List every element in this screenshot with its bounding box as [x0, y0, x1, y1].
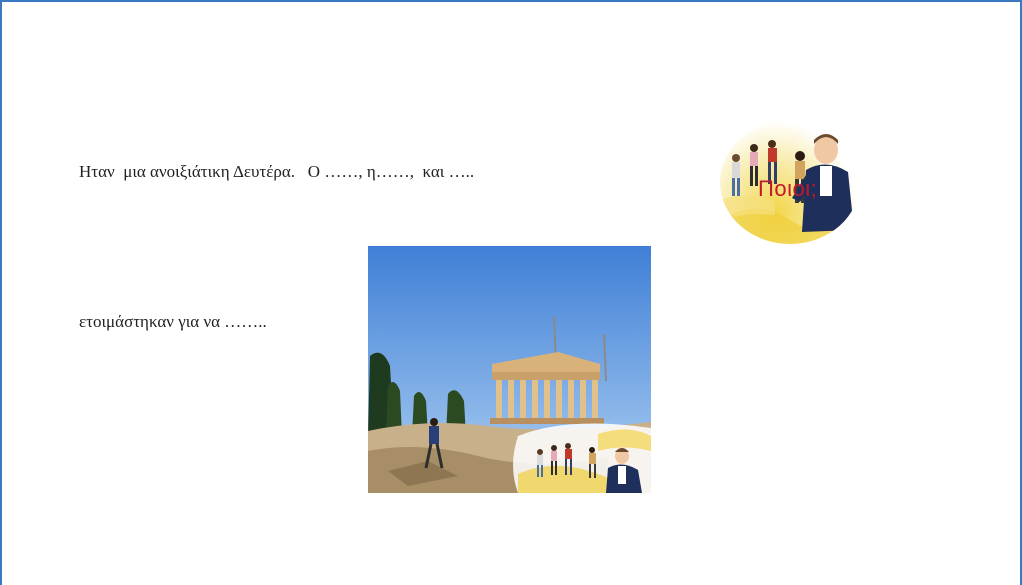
who-collage-image: Ποιοι;: [720, 120, 860, 244]
parthenon-scene: [368, 246, 651, 493]
story-line-1: Ηταν μια ανοιξιάτικη Δευτέρα. Ο ……, η……,…: [79, 162, 475, 181]
story-line-2: ετοιμάστηκαν για να ……..: [79, 312, 267, 331]
acropolis-photo: [368, 246, 651, 493]
slide-page: Ηταν μια ανοιξιάτικη Δευτέρα. Ο ……, η……,…: [0, 0, 1022, 585]
who-caption: Ποιοι;: [758, 176, 818, 201]
